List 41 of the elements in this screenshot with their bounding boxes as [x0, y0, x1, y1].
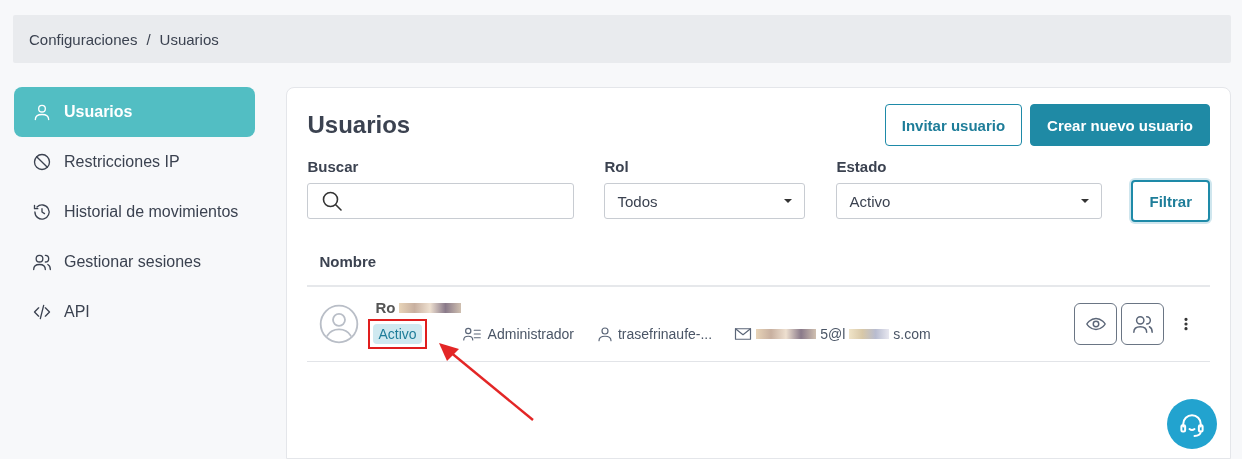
person-icon	[596, 325, 614, 343]
redacted-text	[399, 302, 462, 313]
filter-button[interactable]: Filtrar	[1131, 180, 1210, 222]
sessions-button[interactable]	[1121, 303, 1164, 345]
sidebar-item[interactable]: Restricciones IP	[14, 137, 256, 187]
search-field[interactable]	[307, 183, 575, 219]
create-button[interactable]: Crear nuevo usuario	[1030, 104, 1210, 146]
redacted-text	[756, 329, 817, 339]
user-login: trasefrinaufe-...	[618, 326, 713, 342]
people-icon	[32, 252, 52, 272]
search-icon	[320, 189, 345, 213]
status-badge: Activo	[373, 324, 422, 344]
avatar-icon	[319, 304, 360, 344]
user-name: Ro	[375, 299, 396, 316]
breadcrumb-separator: /	[146, 30, 151, 48]
field-label: Buscar	[307, 158, 360, 175]
user-email: s.com	[893, 326, 931, 342]
mail-icon	[734, 325, 753, 343]
breadcrumb-item[interactable]: Configuraciones	[29, 30, 138, 48]
sidebar-item[interactable]: Historial de movimientos	[14, 187, 256, 237]
person-icon	[32, 102, 52, 122]
user-role: Administrador	[487, 326, 574, 342]
column-header: Nombre	[319, 252, 377, 270]
field-label: Rol	[604, 158, 630, 175]
sidebar-item[interactable]: Gestionar sesiones	[14, 237, 256, 287]
user-email: 5@l	[820, 326, 846, 342]
history-icon	[32, 202, 52, 222]
field-label: Estado	[836, 158, 888, 175]
prohibited-icon	[32, 152, 52, 172]
status-select[interactable]: Activo	[836, 183, 1103, 219]
redacted-text	[849, 329, 890, 339]
code-icon	[32, 302, 52, 322]
view-button[interactable]	[1074, 303, 1117, 345]
role-select[interactable]: Todos	[604, 183, 806, 219]
breadcrumb-item[interactable]: Usuarios	[159, 30, 219, 48]
invite-button[interactable]: Invitar usuario	[884, 104, 1023, 146]
caret-icon	[784, 199, 793, 203]
sidebar-item[interactable]: API	[14, 287, 256, 337]
people-icon	[1131, 313, 1154, 335]
page-title: Usuarios	[307, 111, 411, 139]
caret-icon	[1081, 199, 1090, 203]
